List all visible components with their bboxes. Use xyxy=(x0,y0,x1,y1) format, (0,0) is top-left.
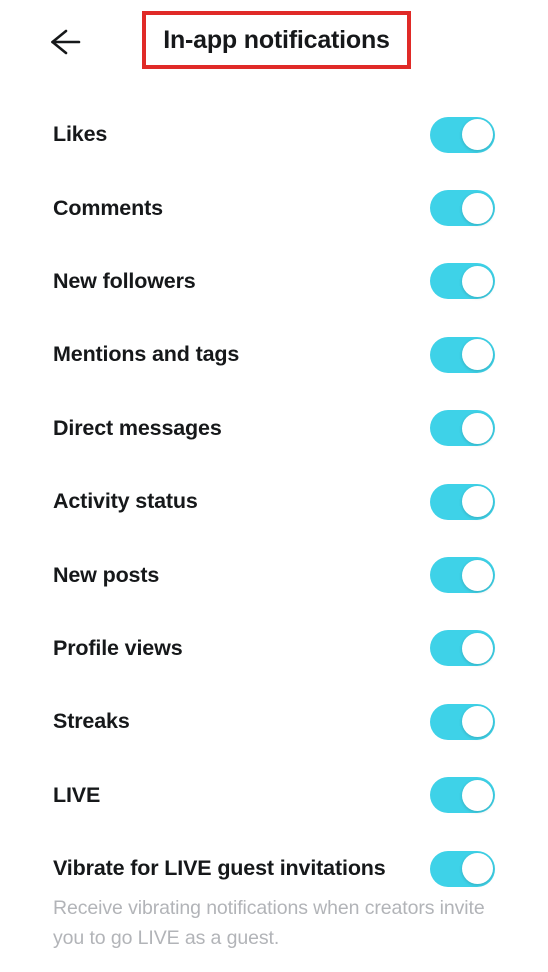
settings-row-label: Comments xyxy=(53,195,163,220)
settings-toggle[interactable] xyxy=(430,410,495,447)
settings-row[interactable]: Mentions and tags xyxy=(0,318,548,391)
settings-row[interactable]: Likes xyxy=(0,98,548,171)
toggle-knob xyxy=(461,706,493,738)
toggle-knob xyxy=(461,779,493,811)
settings-row-label: LIVE xyxy=(53,782,101,807)
back-button[interactable] xyxy=(38,18,92,66)
settings-toggle[interactable] xyxy=(430,777,495,814)
toggle-knob xyxy=(461,192,493,224)
settings-row-label: New followers xyxy=(53,268,196,293)
settings-row-label: Streaks xyxy=(53,709,130,734)
settings-toggle[interactable] xyxy=(430,190,495,227)
settings-row[interactable]: New posts xyxy=(0,538,548,611)
settings-toggle[interactable] xyxy=(430,263,495,300)
toggle-knob xyxy=(461,853,493,885)
settings-row-label: Activity status xyxy=(53,489,198,514)
toggle-knob xyxy=(461,265,493,297)
settings-toggle[interactable] xyxy=(430,703,495,740)
toggle-knob xyxy=(461,486,493,518)
settings-row[interactable]: New followers xyxy=(0,245,548,318)
settings-row-label: Direct messages xyxy=(53,415,222,440)
settings-row[interactable]: LIVE xyxy=(0,759,548,832)
settings-toggle[interactable] xyxy=(430,850,495,887)
toggle-knob xyxy=(461,632,493,664)
toggle-knob xyxy=(461,339,493,371)
notification-settings-list: Likes Comments New followers Mentions and t… xyxy=(0,98,548,905)
toggle-knob xyxy=(461,412,493,444)
settings-row[interactable]: Streaks xyxy=(0,685,548,758)
page-title: In-app notifications xyxy=(163,25,390,54)
toggle-knob xyxy=(461,559,493,591)
settings-row[interactable]: Comments xyxy=(0,171,548,244)
settings-toggle[interactable] xyxy=(430,483,495,520)
settings-row[interactable]: Direct messages xyxy=(0,392,548,465)
settings-row[interactable]: Profile views xyxy=(0,612,548,685)
settings-row-label: Vibrate for LIVE guest invitations xyxy=(53,856,386,881)
settings-row-label: Likes xyxy=(53,122,108,147)
settings-row[interactable]: Activity status xyxy=(0,465,548,538)
settings-toggle[interactable] xyxy=(430,116,495,153)
vibrate-live-description: Receive vibrating notifications when cre… xyxy=(53,897,485,949)
screen-header: In-app notifications xyxy=(0,0,548,84)
settings-toggle[interactable] xyxy=(430,557,495,594)
in-app-notifications-screen: In-app notifications Likes Comments New fo… xyxy=(0,0,548,972)
toggle-knob xyxy=(461,119,493,151)
settings-row-label: Profile views xyxy=(53,635,183,660)
page-title-highlight: In-app notifications xyxy=(142,11,411,69)
settings-toggle[interactable] xyxy=(430,630,495,667)
settings-row-label: Mentions and tags xyxy=(53,342,240,367)
arrow-left-icon xyxy=(46,27,84,57)
settings-row-label: New posts xyxy=(53,562,160,587)
settings-toggle[interactable] xyxy=(430,336,495,373)
